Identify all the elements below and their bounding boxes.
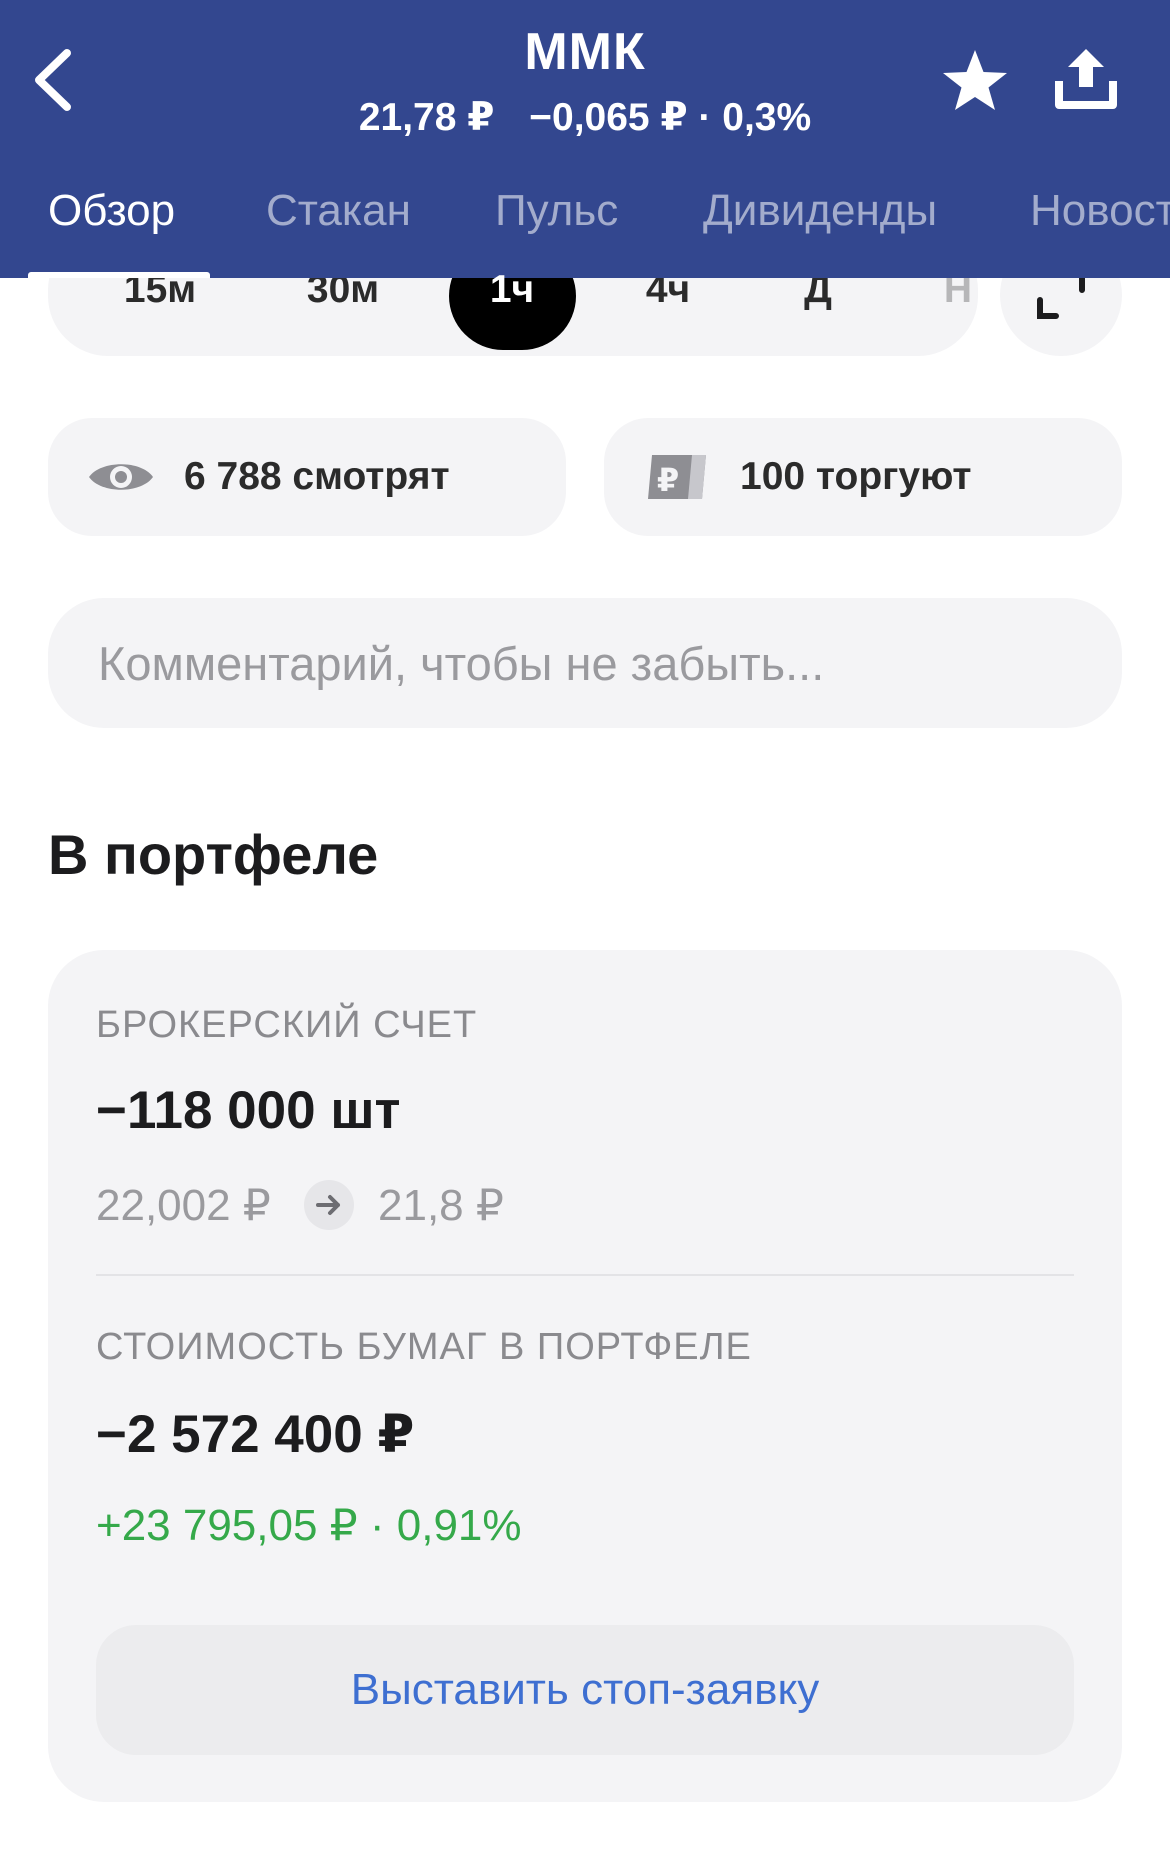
active-tab-indicator bbox=[28, 272, 210, 278]
svg-text:₽: ₽ bbox=[657, 461, 679, 499]
watchers-count: 6 788 смотрят bbox=[184, 455, 450, 498]
traders-count: 100 торгуют bbox=[740, 455, 972, 498]
position-quantity: −118 000 шт bbox=[96, 1081, 401, 1140]
eye-icon bbox=[89, 464, 153, 490]
account-label: БРОКЕРСКИЙ СЧЕТ bbox=[96, 1004, 478, 1046]
price-change: −0,065 ₽ · 0,3% bbox=[529, 96, 812, 139]
current-market-price: 21,8 ₽ bbox=[378, 1181, 504, 1230]
portfolio-section-title: В портфеле bbox=[48, 823, 379, 886]
card-divider bbox=[96, 1274, 1074, 1276]
traders-chip[interactable]: ₽ 100 торгуют bbox=[604, 418, 1122, 536]
comment-input[interactable] bbox=[48, 598, 1122, 728]
tab-news[interactable]: Новост bbox=[1030, 186, 1170, 236]
tab-dividends[interactable]: Дивиденды bbox=[703, 186, 937, 236]
value-label: СТОИМОСТЬ БУМАГ В ПОРТФЕЛЕ bbox=[96, 1326, 752, 1368]
portfolio-value: −2 572 400 ₽ bbox=[96, 1405, 415, 1464]
period-1h[interactable]: 1ч bbox=[452, 268, 572, 312]
arrow-right-icon bbox=[316, 1195, 340, 1215]
current-price: 21,78 ₽ bbox=[358, 96, 495, 139]
price-arrow bbox=[304, 1180, 354, 1230]
tab-overview[interactable]: Обзор bbox=[48, 186, 175, 236]
star-icon bbox=[943, 50, 1007, 110]
stop-order-button[interactable]: Выставить стоп-заявку bbox=[96, 1625, 1074, 1755]
portfolio-card: БРОКЕРСКИЙ СЧЕТ −118 000 шт 22,002 ₽ 21,… bbox=[48, 950, 1122, 1802]
tab-order-book[interactable]: Стакан bbox=[266, 186, 411, 236]
tab-pulse[interactable]: Пульс bbox=[495, 186, 618, 236]
section-tabs: Обзор Стакан Пульс Дивиденды Новост bbox=[0, 180, 1170, 278]
instrument-header: ММК 21,78 ₽ −0,065 ₽ · 0,3% Обзор Стакан… bbox=[0, 0, 1170, 278]
favorite-button[interactable] bbox=[938, 44, 1012, 118]
watchers-chip[interactable]: 6 788 смотрят bbox=[48, 418, 566, 536]
share-upload-icon bbox=[1055, 49, 1117, 109]
average-price: 22,002 ₽ bbox=[96, 1181, 271, 1230]
portfolio-profit: +23 795,05 ₽ · 0,91% bbox=[96, 1501, 522, 1550]
ruble-card-icon: ₽ bbox=[648, 455, 706, 499]
share-button[interactable] bbox=[1048, 40, 1124, 116]
